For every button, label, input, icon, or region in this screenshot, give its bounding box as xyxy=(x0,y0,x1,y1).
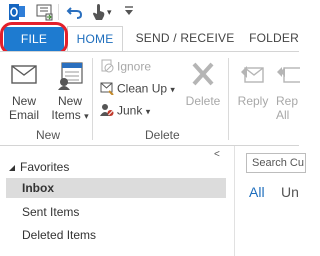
new-items-button[interactable]: New Items ▾ xyxy=(50,60,90,123)
favorites-collapse-icon xyxy=(8,161,16,175)
reply-all-label-line2: All xyxy=(276,108,290,122)
ignore-button[interactable]: Ignore xyxy=(100,59,151,76)
tab-folder[interactable]: FOLDER xyxy=(246,26,302,52)
junk-label: Junk xyxy=(117,103,143,118)
toolbar-separator xyxy=(58,4,59,20)
new-email-button[interactable]: New Email xyxy=(4,60,44,122)
folder-inbox[interactable]: Inbox xyxy=(6,178,226,198)
favorites-label: Favorites xyxy=(20,160,70,174)
touch-mode-dropdown-icon[interactable]: ▾ xyxy=(107,5,112,19)
filter-all[interactable]: All xyxy=(249,184,265,200)
reply-icon xyxy=(234,60,272,94)
reply-all-button[interactable]: Rep All xyxy=(276,60,300,122)
new-items-label: Items xyxy=(51,108,81,122)
search-input[interactable]: Search Cu xyxy=(246,153,306,173)
ribbon-group-separator xyxy=(92,58,93,140)
group-label-new: New xyxy=(36,128,61,142)
navigation-pane: < Favorites Inbox Sent Items Deleted Ite… xyxy=(0,146,306,256)
reply-button[interactable]: Reply xyxy=(234,60,272,108)
collapse-pane-icon[interactable]: < xyxy=(214,149,220,160)
clean-up-label: Clean Up xyxy=(117,81,168,96)
outlook-app-icon[interactable] xyxy=(8,3,26,24)
delete-button[interactable]: Delete xyxy=(183,60,223,108)
favorites-header[interactable]: Favorites xyxy=(8,160,69,175)
junk-dropdown-icon: ▾ xyxy=(145,106,151,117)
ribbon: New Email New Items ▾ New Ignore Clean U… xyxy=(0,51,300,146)
junk-icon xyxy=(100,103,114,120)
delete-icon xyxy=(183,60,223,94)
customize-toolbar-icon[interactable] xyxy=(124,5,134,20)
clean-up-dropdown-icon: ▾ xyxy=(170,84,175,95)
new-items-label-line2: Items ▾ xyxy=(50,108,90,123)
undo-icon[interactable] xyxy=(66,3,84,24)
touch-mouse-mode-icon[interactable] xyxy=(90,3,108,24)
clean-up-icon xyxy=(100,81,114,98)
tab-send-receive[interactable]: SEND / RECEIVE xyxy=(135,26,235,52)
delete-label: Delete xyxy=(185,94,221,108)
quick-access-toolbar: ▾ xyxy=(0,0,299,24)
pane-divider xyxy=(234,146,235,256)
tab-home[interactable]: HOME xyxy=(67,26,123,52)
new-items-dropdown-icon: ▾ xyxy=(84,111,89,121)
group-label-delete: Delete xyxy=(145,128,180,142)
junk-button[interactable]: Junk ▾ xyxy=(100,103,150,120)
ribbon-group-separator xyxy=(228,58,229,140)
new-email-icon xyxy=(4,60,44,94)
new-email-label-line1: New xyxy=(11,94,36,108)
clean-up-button[interactable]: Clean Up ▾ xyxy=(100,81,175,98)
reply-all-label-line1: Rep xyxy=(276,94,299,108)
new-items-icon xyxy=(50,60,90,94)
new-email-label-line2: Email xyxy=(8,108,39,122)
folder-deleted-items[interactable]: Deleted Items xyxy=(6,225,226,245)
reply-label: Reply xyxy=(237,94,269,108)
send-receive-all-icon[interactable] xyxy=(36,3,54,24)
ignore-label: Ignore xyxy=(117,59,152,74)
filter-unread[interactable]: Un xyxy=(281,184,299,200)
folder-sent-items[interactable]: Sent Items xyxy=(6,202,226,222)
reply-all-icon xyxy=(276,60,300,94)
new-items-label-line1: New xyxy=(57,94,82,108)
ignore-icon xyxy=(100,59,114,76)
